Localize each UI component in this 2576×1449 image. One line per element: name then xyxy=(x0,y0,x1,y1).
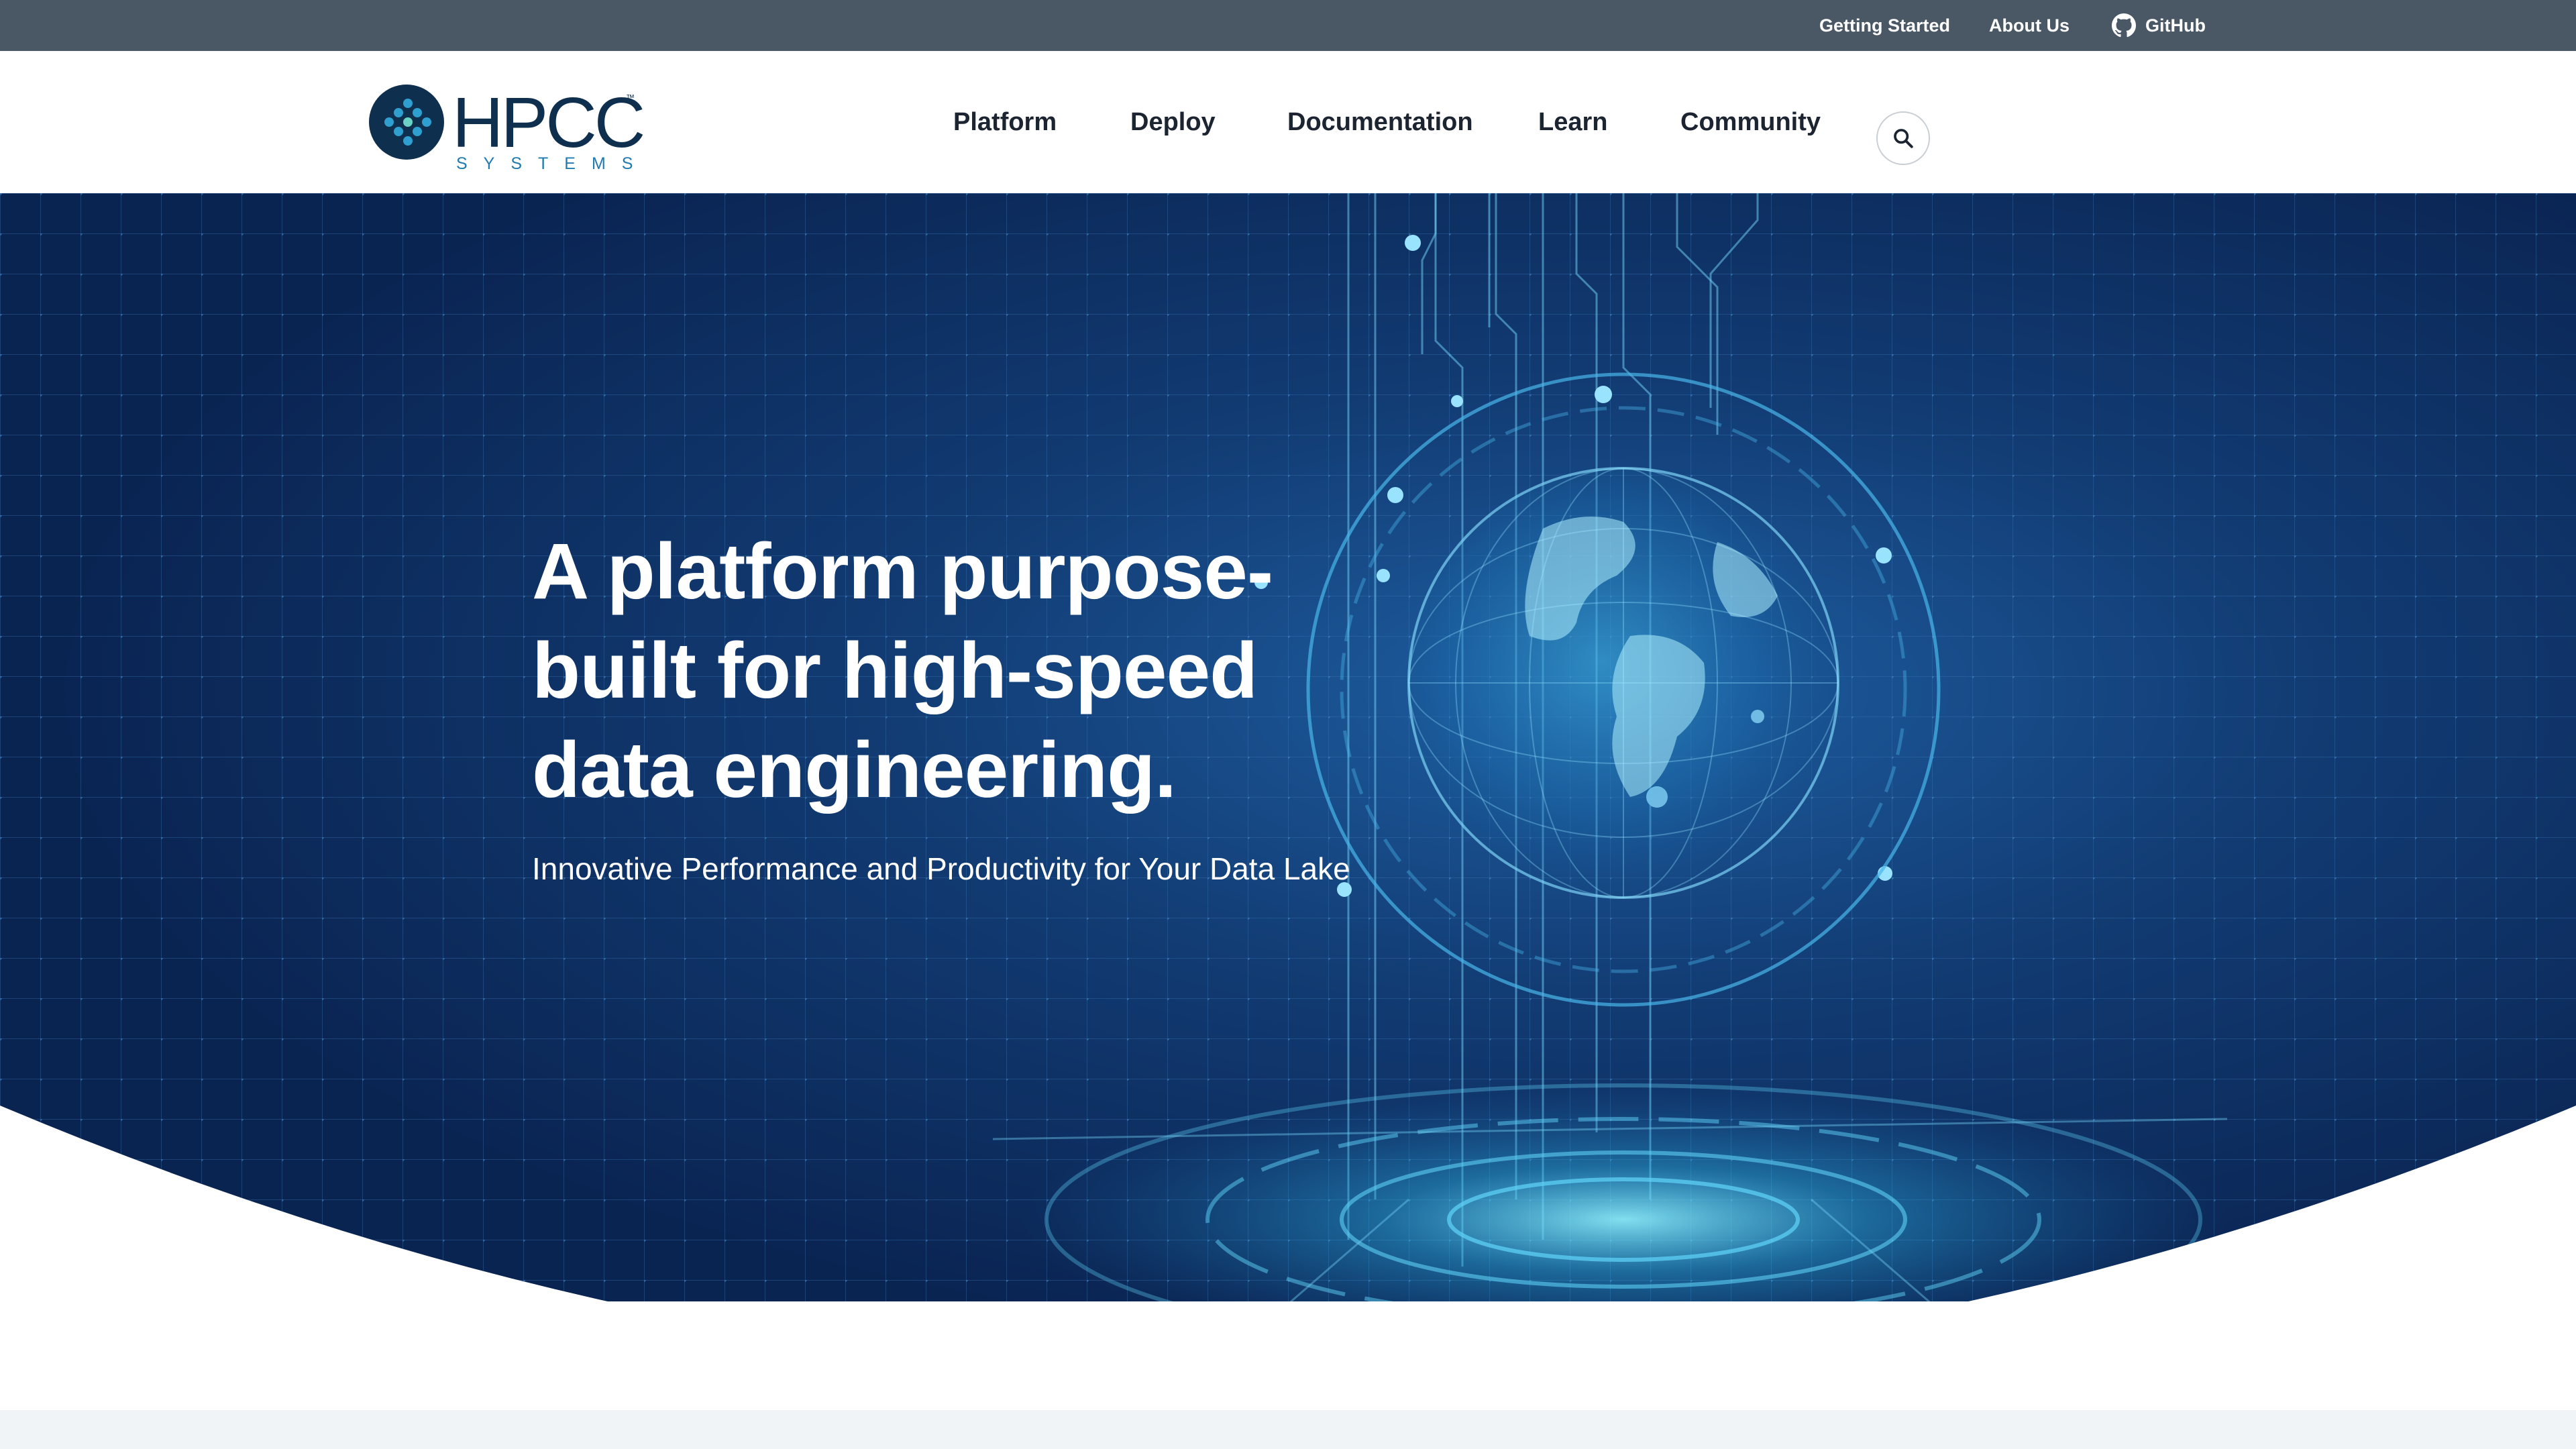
github-link[interactable]: GitHub xyxy=(2112,0,2206,51)
next-section-band xyxy=(0,1410,2576,1449)
nav-community[interactable]: Community xyxy=(1680,51,1821,193)
logo-trademark: ™ xyxy=(626,93,635,103)
main-navigation: HPCC ™ SYSTEMS Platform Deploy Documenta… xyxy=(0,51,2576,193)
hpcc-systems-logo[interactable]: HPCC ™ SYSTEMS xyxy=(369,83,645,173)
utility-bar: Getting Started About Us GitHub xyxy=(0,0,2576,51)
nav-platform[interactable]: Platform xyxy=(953,51,1057,193)
search-button[interactable] xyxy=(1876,111,1930,165)
hero-title: A platform purpose-built for high-speed … xyxy=(532,527,1273,814)
hero-subtitle: Innovative Performance and Productivity … xyxy=(532,851,1350,886)
nav-learn[interactable]: Learn xyxy=(1538,51,1607,193)
github-icon xyxy=(2112,13,2136,38)
logo-subtitle: SYSTEMS xyxy=(456,154,649,173)
nav-documentation[interactable]: Documentation xyxy=(1287,51,1473,193)
hero-section: A platform purpose-built for high-speed … xyxy=(0,193,2576,1301)
github-label: GitHub xyxy=(2145,15,2206,36)
search-icon xyxy=(1894,129,1913,148)
nav-deploy[interactable]: Deploy xyxy=(1130,51,1216,193)
logo-wordmark: HPCC xyxy=(452,83,645,162)
about-us-link[interactable]: About Us xyxy=(1989,0,2070,51)
getting-started-link[interactable]: Getting Started xyxy=(1819,0,1950,51)
